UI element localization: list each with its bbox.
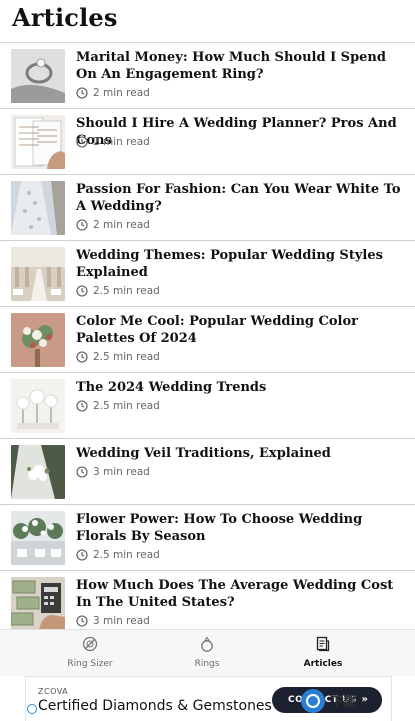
articles-icon — [316, 636, 330, 652]
ad-brand: ZCOVA — [38, 687, 69, 696]
article-list: Marital Money: How Much Should I Spend O… — [0, 43, 415, 637]
watermark-icon — [301, 689, 325, 713]
article-title[interactable]: Marital Money: How Much Should I Spend O… — [76, 49, 406, 83]
ring-icon — [201, 636, 213, 652]
article-row[interactable]: Wedding Veil Traditions, Explained 3 min… — [0, 439, 415, 505]
article-thumbnail-white-flowers — [11, 379, 65, 433]
article-thumbnail-bridal-bouquet — [11, 313, 65, 367]
clock-icon — [76, 285, 88, 297]
app-header: Articles — [0, 0, 415, 42]
read-time: 3 min read — [93, 466, 150, 478]
watermark-logo: 下载 — [300, 688, 412, 718]
article-row[interactable]: Should I Hire A Wedding Planner? Pros An… — [0, 109, 415, 175]
clock-icon — [76, 400, 88, 412]
ad-info-icon[interactable] — [27, 704, 37, 714]
nav-label: Articles — [303, 659, 343, 669]
clock-icon — [76, 549, 88, 561]
clock-icon — [76, 351, 88, 363]
read-time: 2.5 min read — [93, 351, 160, 363]
page-title: Articles — [12, 3, 118, 32]
bottom-nav: Ring Sizer Rings Articles — [0, 629, 415, 676]
ring-sizer-icon — [82, 636, 98, 652]
clock-icon — [76, 219, 88, 231]
article-thumbnail-white-lace-dress — [11, 181, 65, 235]
clock-icon — [76, 87, 88, 99]
read-time: 3 min read — [93, 615, 150, 627]
article-row[interactable]: How Much Does The Average Wedding Cost I… — [0, 571, 415, 637]
article-meta: 2 min read — [76, 134, 150, 150]
article-row[interactable]: Wedding Themes: Popular Wedding Styles E… — [0, 241, 415, 307]
read-time: 2 min read — [93, 136, 150, 148]
article-row[interactable]: Color Me Cool: Popular Wedding Color Pal… — [0, 307, 415, 373]
article-row[interactable]: Marital Money: How Much Should I Spend O… — [0, 43, 415, 109]
article-meta: 2.5 min read — [76, 547, 160, 563]
article-meta: 2.5 min read — [76, 283, 160, 299]
article-thumbnail-floral-arrangement — [11, 511, 65, 565]
article-title[interactable]: The 2024 Wedding Trends — [76, 379, 406, 396]
article-meta: 2 min read — [76, 85, 150, 101]
article-row[interactable]: Flower Power: How To Choose Wedding Flor… — [0, 505, 415, 571]
article-meta: 2.5 min read — [76, 398, 160, 414]
clock-icon — [76, 615, 88, 627]
article-meta: 2 min read — [76, 217, 150, 233]
article-title[interactable]: How Much Does The Average Wedding Cost I… — [76, 577, 406, 611]
article-row[interactable]: Passion For Fashion: Can You Wear White … — [0, 175, 415, 241]
read-time: 2.5 min read — [93, 285, 160, 297]
article-thumbnail-engagement-ring — [11, 49, 65, 103]
article-title[interactable]: Passion For Fashion: Can You Wear White … — [76, 181, 406, 215]
article-meta: 3 min read — [76, 464, 150, 480]
article-thumbnail-bride-veil — [11, 445, 65, 499]
article-meta: 3 min read — [76, 613, 150, 629]
article-row[interactable]: The 2024 Wedding Trends 2.5 min read — [0, 373, 415, 439]
nav-tab-articles[interactable]: Articles — [254, 630, 392, 676]
article-meta: 2.5 min read — [76, 349, 160, 365]
clock-icon — [76, 466, 88, 478]
article-thumbnail-planner-checklist — [11, 115, 65, 169]
article-title[interactable]: Wedding Veil Traditions, Explained — [76, 445, 406, 462]
read-time: 2 min read — [93, 219, 150, 231]
article-thumbnail-money-calculator — [11, 577, 65, 631]
article-title[interactable]: Flower Power: How To Choose Wedding Flor… — [76, 511, 406, 545]
read-time: 2.5 min read — [93, 549, 160, 561]
article-title[interactable]: Wedding Themes: Popular Wedding Styles E… — [76, 247, 406, 281]
clock-icon — [76, 136, 88, 148]
ad-title: Certified Diamonds & Gemstones — [38, 698, 272, 714]
read-time: 2.5 min read — [93, 400, 160, 412]
article-title[interactable]: Color Me Cool: Popular Wedding Color Pal… — [76, 313, 406, 347]
read-time: 2 min read — [93, 87, 150, 99]
watermark-text: 下载 — [330, 695, 357, 710]
article-thumbnail-wedding-venue — [11, 247, 65, 301]
